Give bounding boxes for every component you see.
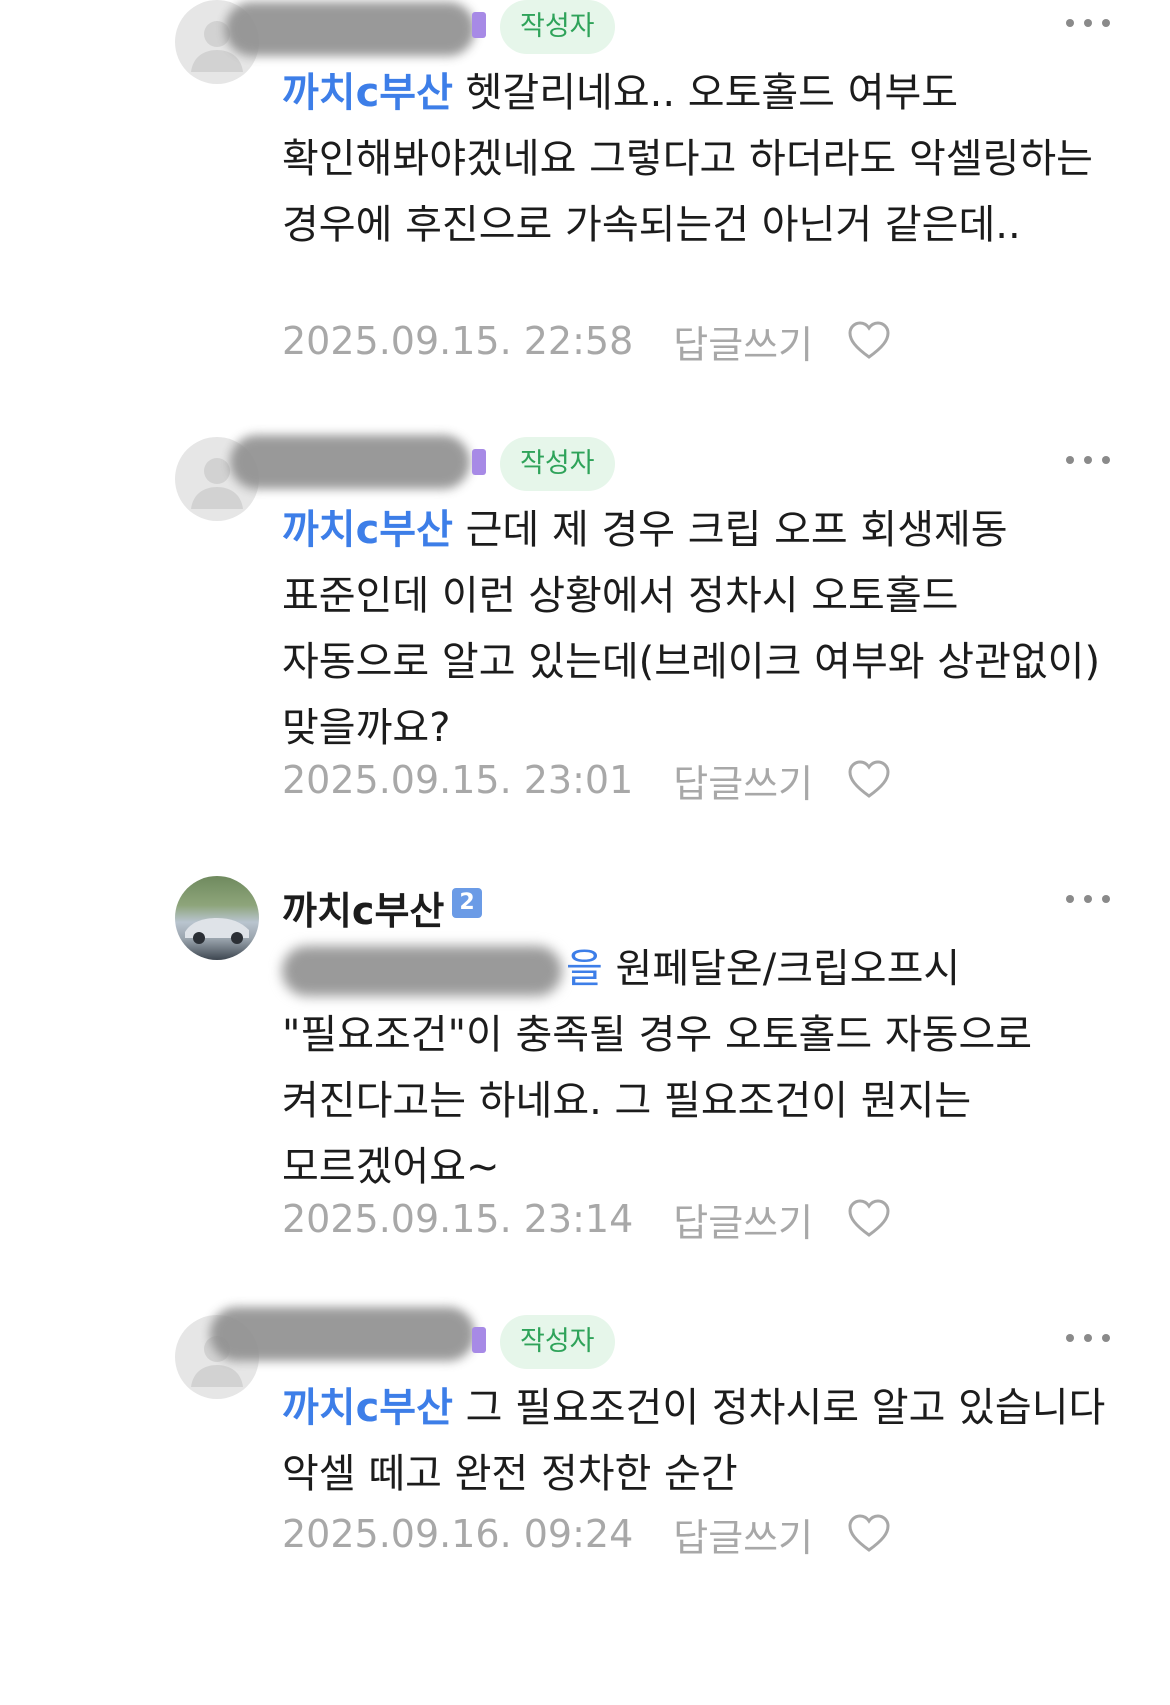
comment-meta: 2025.09.15. 23:01 답글쓰기 <box>282 753 891 808</box>
more-options-icon[interactable] <box>1066 892 1110 906</box>
mention-link[interactable]: 까치c부산 <box>282 507 453 553</box>
comment-body: 을 원페달온/크립오프시 "필요조건"이 충족될 경우 오토홀드 자동으로 켜진… <box>282 936 1112 1200</box>
reply-button[interactable]: 답글쓰기 <box>673 314 813 369</box>
comment-meta: 2025.09.15. 22:58 답글쓰기 <box>282 314 891 369</box>
level-badge <box>472 1327 486 1353</box>
redacted-nickname <box>210 1307 475 1361</box>
comment-meta: 2025.09.16. 09:24 답글쓰기 <box>282 1507 891 1562</box>
heart-outline-icon[interactable] <box>847 321 891 361</box>
more-options-icon[interactable] <box>1066 16 1110 30</box>
comment-date: 2025.09.15. 22:58 <box>282 319 634 363</box>
level-badge: 2 <box>452 888 482 918</box>
author-badge: 작성자 <box>500 0 615 54</box>
comment-meta: 2025.09.15. 23:14 답글쓰기 <box>282 1192 891 1247</box>
comment-date: 2025.09.15. 23:01 <box>282 758 634 802</box>
comment-date: 2025.09.15. 23:14 <box>282 1197 634 1241</box>
level-badge <box>472 12 486 38</box>
level-badge <box>472 449 486 475</box>
heart-outline-icon[interactable] <box>847 1514 891 1554</box>
mention-link[interactable]: 까치c부산 <box>282 70 453 116</box>
author-badge: 작성자 <box>500 1315 615 1369</box>
heart-outline-icon[interactable] <box>847 1199 891 1239</box>
author-badge: 작성자 <box>500 437 615 491</box>
heart-outline-icon[interactable] <box>847 760 891 800</box>
more-options-icon[interactable] <box>1066 1331 1110 1345</box>
more-options-icon[interactable] <box>1066 453 1110 467</box>
comment-body: 까치c부산 헷갈리네요.. 오토홀드 여부도 확인해봐야겠네요 그렇다고 하더라… <box>282 60 1112 258</box>
comment-date: 2025.09.16. 09:24 <box>282 1512 634 1556</box>
reply-button[interactable]: 답글쓰기 <box>673 753 813 808</box>
commenter-name[interactable]: 까치c부산 <box>282 880 444 935</box>
avatar[interactable] <box>175 876 259 960</box>
mention-link[interactable]: 까치c부산 <box>282 1385 453 1431</box>
redacted-nickname <box>230 435 470 489</box>
reply-button[interactable]: 답글쓰기 <box>673 1507 813 1562</box>
car-photo-icon <box>185 918 249 944</box>
comment-body: 까치c부산 그 필요조건이 정차시로 알고 있습니다 악셀 떼고 완전 정차한 … <box>282 1375 1112 1507</box>
redacted-nickname <box>225 2 475 56</box>
comment-body: 까치c부산 근데 제 경우 크립 오프 회생제동 표준인데 이런 상황에서 정차… <box>282 497 1112 761</box>
reply-button[interactable]: 답글쓰기 <box>673 1192 813 1247</box>
redacted-mention <box>282 946 562 996</box>
mention-link[interactable]: 을 <box>566 946 603 992</box>
